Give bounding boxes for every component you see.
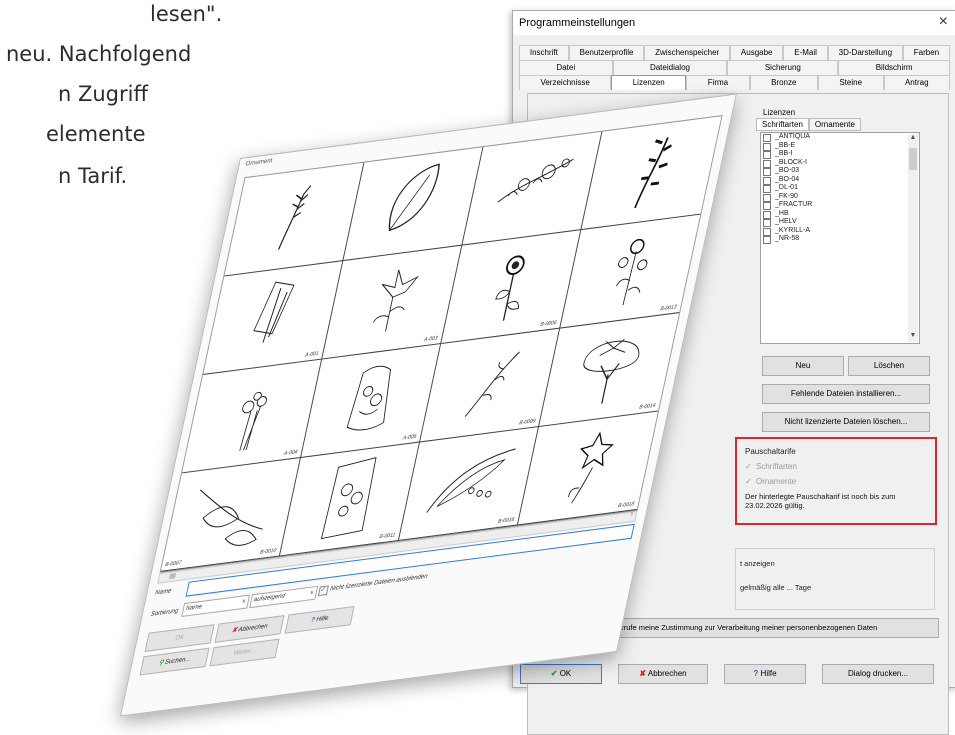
ornament-spray-icon [464,351,521,417]
ornament-vase-icon [346,365,392,431]
ornament-cell[interactable]: B-0013 [560,214,701,329]
ornament-cancel-label: Abbrechen [237,623,269,634]
ornament-dialog: Ornament A-001 A-003 B-0006 B-0013 A-004 A-00… [119,93,737,717]
ornament-dialog-title: Ornament [244,157,273,168]
ornament-grid[interactable]: A-001 A-003 B-0006 B-0013 A-004 A-005 B-0009 B-… [159,115,723,574]
sort-order-select[interactable]: aufsteigend [249,585,319,609]
search-button[interactable]: ⚲ Suchen... [139,647,210,676]
ornament-curve-icon [426,448,516,513]
ornament-branch-icon [634,137,672,208]
ornament-help-label: Hilfe [315,615,329,624]
ornament-leaves-icon [199,489,263,546]
search-label: Suchen... [164,656,191,667]
ornament-star-icon [567,431,614,504]
ornament-bouquet-icon [239,391,267,451]
ornament-leaf-icon [388,163,440,232]
ornament-basket-icon [320,457,377,540]
sort-label: Sortierung [149,607,179,618]
name-label: Name [154,588,172,597]
ornament-lily-icon [372,269,420,332]
scroll-right-icon[interactable]: › [630,510,634,518]
ornament-dialog-layer: Ornament A-001 A-003 B-0006 B-0013 A-004 A-00… [0,0,955,717]
ornament-cell[interactable]: B-0018 [517,411,658,526]
sort-field-select[interactable]: Name [181,594,251,618]
ornament-help-button[interactable]: ? Hilfe [284,605,355,634]
ornament-blossom-icon [616,238,648,306]
ornament-flowers-icon [497,158,574,203]
ornament-cell[interactable]: B-0014 [538,313,680,428]
ornament-reed-icon [253,281,295,343]
next-button[interactable]: Weiter... [209,638,280,667]
ornament-sunflower-icon [495,255,525,321]
ornament-tree-icon [583,338,640,404]
scroll-thumb[interactable] [168,572,177,580]
ornament-wheat-icon [277,185,312,250]
ornament-cell[interactable] [581,116,722,231]
